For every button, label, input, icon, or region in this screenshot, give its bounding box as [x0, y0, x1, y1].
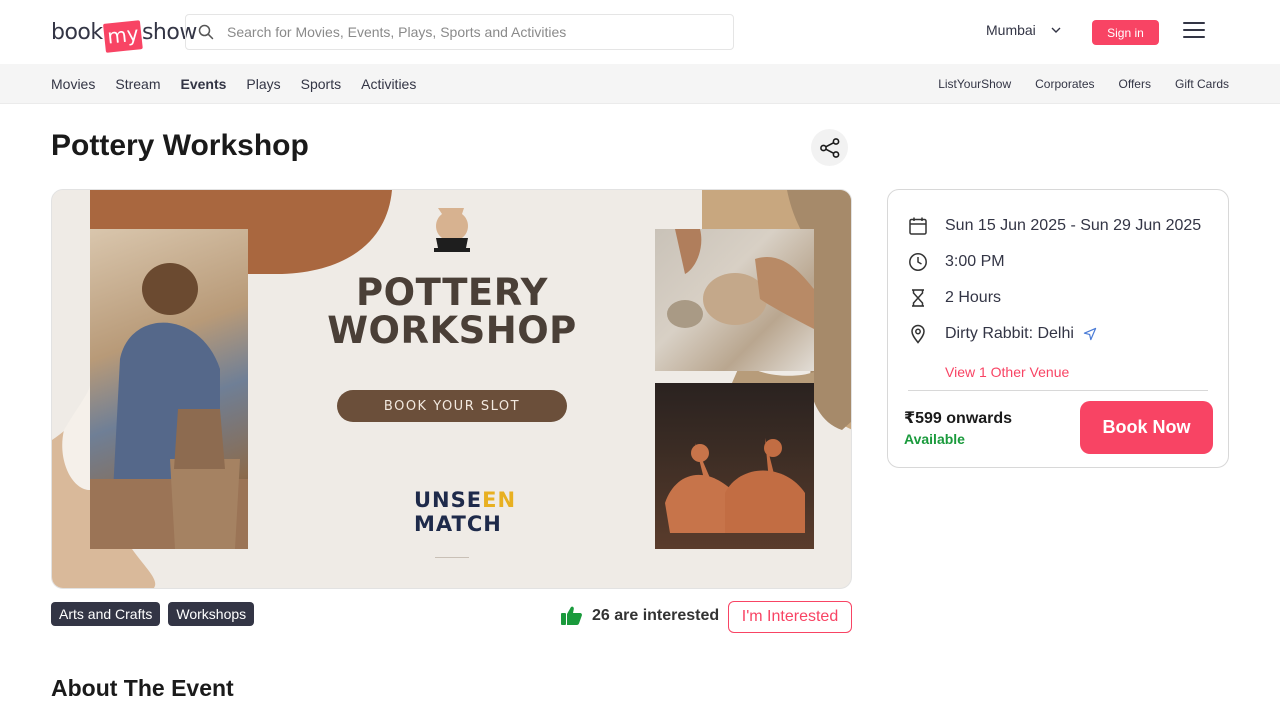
search-bar[interactable] — [185, 14, 734, 50]
event-venue-row: Dirty Rabbit: Delhi — [908, 324, 1098, 344]
pot-icon — [434, 208, 470, 252]
category-nav: Movies Stream Events Plays Sports Activi… — [51, 76, 416, 92]
about-heading: About The Event — [51, 675, 234, 701]
hamburger-menu-icon[interactable] — [1183, 22, 1205, 40]
view-other-venue-link[interactable]: View 1 Other Venue — [945, 364, 1069, 380]
nav-sports[interactable]: Sports — [301, 76, 341, 92]
organizer-logo: UNSEEN MATCH — [414, 488, 515, 536]
event-title: Pottery Workshop — [51, 129, 309, 162]
card-divider — [908, 390, 1208, 391]
sign-in-button[interactable]: Sign in — [1092, 20, 1159, 45]
organizer-logo-text-a: UNSE — [414, 488, 483, 512]
bookmyshow-logo[interactable]: book my show — [51, 14, 197, 53]
event-duration-row: 2 Hours — [908, 288, 1001, 308]
nav-events[interactable]: Events — [180, 76, 226, 92]
nav-movies[interactable]: Movies — [51, 76, 95, 92]
event-time-row: 3:00 PM — [908, 252, 1005, 272]
booking-card: Sun 15 Jun 2025 - Sun 29 Jun 2025 3:00 P… — [887, 189, 1229, 468]
banner-headline-line2: WORKSHOP — [327, 309, 577, 352]
banner-photo-potter — [90, 229, 248, 549]
city-label: Mumbai — [986, 22, 1036, 38]
price-text: ₹599 onwards — [904, 410, 1013, 427]
share-icon — [819, 137, 839, 158]
book-now-button[interactable]: Book Now — [1080, 401, 1213, 454]
event-venue[interactable]: Dirty Rabbit: Delhi — [945, 325, 1074, 343]
banner-photo-hands-clay — [655, 229, 814, 371]
hourglass-icon — [912, 289, 924, 307]
banner-headline: POTTERY WORKSHOP — [312, 274, 592, 350]
thumbs-up-icon — [561, 606, 582, 625]
interest-count: 26 are interested — [561, 606, 719, 625]
nav-plays[interactable]: Plays — [246, 76, 280, 92]
search-input[interactable] — [227, 24, 707, 40]
logo-text-book: book — [51, 19, 103, 45]
banner-book-slot-label: BOOK YOUR SLOT — [337, 390, 567, 422]
calendar-icon — [909, 217, 927, 235]
location-pin-icon — [911, 324, 925, 344]
nav-gift-cards[interactable]: Gift Cards — [1175, 77, 1229, 91]
navigate-icon[interactable] — [1082, 326, 1098, 342]
nav-activities[interactable]: Activities — [361, 76, 416, 92]
tag-arts-and-crafts[interactable]: Arts and Crafts — [51, 602, 161, 626]
city-selector[interactable]: Mumbai — [986, 22, 1062, 38]
share-button[interactable] — [811, 129, 848, 166]
event-tags: Arts and Crafts Workshops — [51, 602, 255, 626]
chevron-down-icon — [1051, 27, 1061, 33]
utility-nav: ListYourShow Corporates Offers Gift Card… — [938, 77, 1229, 91]
nav-corporates[interactable]: Corporates — [1035, 77, 1094, 91]
im-interested-button[interactable]: I'm Interested — [728, 601, 852, 633]
nav-offers[interactable]: Offers — [1119, 77, 1151, 91]
tag-workshops[interactable]: Workshops — [168, 602, 255, 626]
event-time: 3:00 PM — [945, 253, 1005, 270]
search-icon — [198, 24, 214, 40]
banner-headline-line1: POTTERY — [356, 271, 548, 314]
event-date: Sun 15 Jun 2025 - Sun 29 Jun 2025 — [945, 217, 1202, 234]
nav-list-your-show[interactable]: ListYourShow — [938, 77, 1011, 91]
secondary-nav: Movies Stream Events Plays Sports Activi… — [0, 64, 1280, 104]
logo-text-my: my — [102, 19, 143, 53]
organizer-logo-text-c: MATCH — [414, 512, 502, 536]
event-date-row: Sun 15 Jun 2025 - Sun 29 Jun 2025 — [908, 216, 1201, 236]
clock-icon — [909, 253, 927, 271]
event-duration: 2 Hours — [945, 289, 1002, 306]
banner-divider — [435, 557, 469, 558]
availability-status: Available — [904, 431, 965, 447]
banner-photo-clay-deer — [655, 383, 814, 549]
organizer-logo-text-b: EN — [482, 488, 517, 512]
event-banner: POTTERY WORKSHOP BOOK YOUR SLOT UNSEEN M… — [51, 189, 852, 589]
nav-stream[interactable]: Stream — [115, 76, 160, 92]
interest-count-text: 26 are interested — [592, 606, 720, 624]
top-header: book my show Mumbai Sign in — [0, 0, 1280, 64]
